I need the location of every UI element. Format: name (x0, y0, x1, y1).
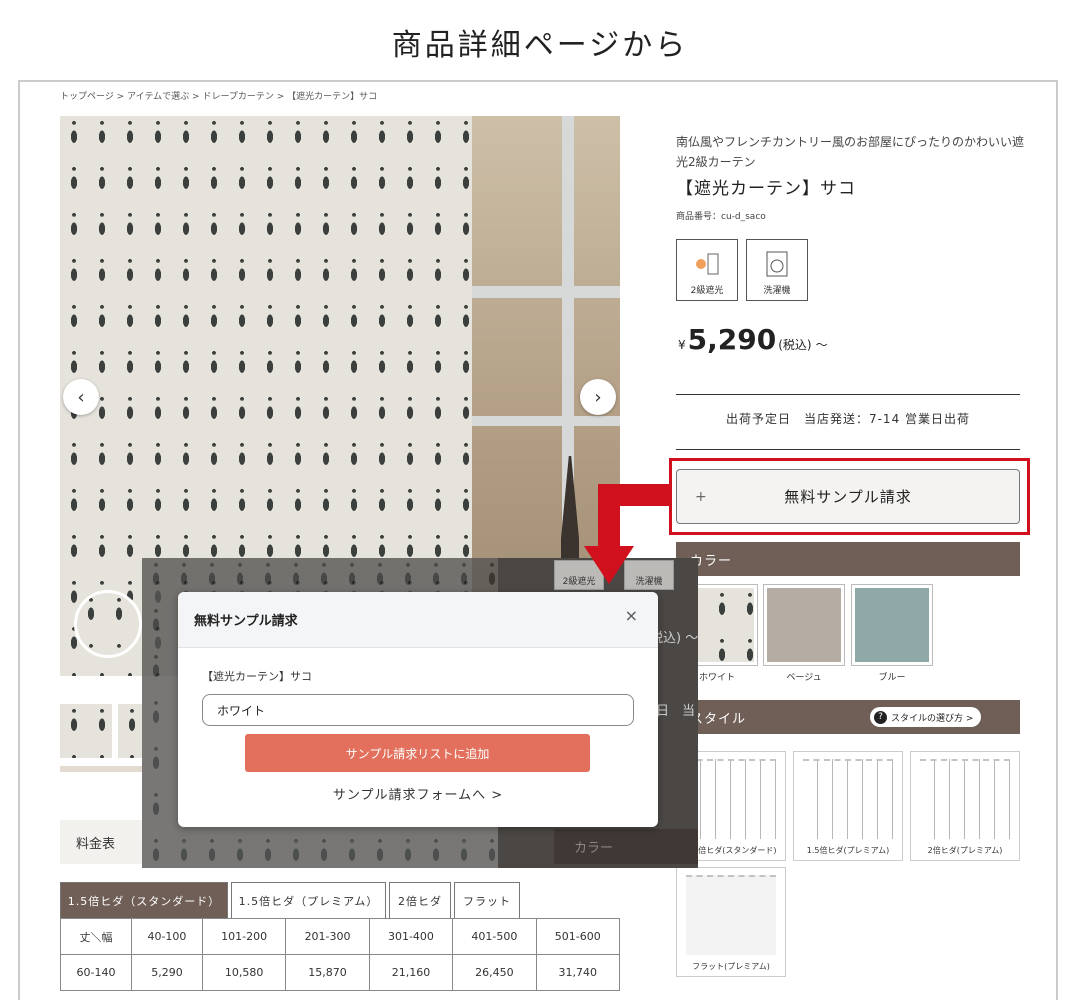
color-select[interactable]: ホワイト (202, 694, 634, 726)
feature-badge: 洗濯機 (746, 239, 808, 301)
table-cell: 5,290 (130, 954, 203, 991)
chevron-left-icon: ‹ (77, 386, 85, 408)
table-header: 501-600 (535, 918, 621, 955)
table-header: 101-200 (201, 918, 287, 955)
color-label: ベージュ (786, 673, 822, 683)
tab-2x[interactable]: 2倍ヒダ (389, 882, 451, 918)
modal-title: 無料サンプル請求 (178, 592, 658, 648)
style-option[interactable]: 1.5倍ヒダ(プレミアム) (793, 751, 903, 861)
highlight-box (669, 458, 1030, 535)
product-description: 南仏風やフレンチカントリー風のお部屋にぴったりのかわいい遮光2級カーテン (676, 135, 1025, 169)
thumbnail-scrollbar[interactable] (60, 766, 142, 772)
feature-badge: 2級遮光 (676, 239, 738, 301)
overlay-feature-badge: 洗濯機 (624, 560, 674, 590)
table-header: 40-100 (130, 918, 203, 955)
gallery-thumbnail[interactable] (60, 704, 112, 758)
price-table: 丈＼幅 40-100 101-200 201-300 301-400 401-5… (60, 918, 621, 991)
table-header: 301-400 (368, 918, 454, 955)
washing-machine-icon (766, 251, 788, 277)
style-guide-link[interactable]: ? スタイルの選び方 > (870, 707, 982, 727)
sample-form-link[interactable]: サンプル請求フォームへ > (178, 784, 658, 803)
question-icon: ? (874, 710, 887, 724)
pattern-zoom-thumbnail[interactable] (74, 590, 142, 658)
color-swatch-blue[interactable] (851, 584, 933, 666)
divider (676, 394, 1020, 395)
currency-symbol: ¥ (678, 338, 686, 352)
gallery-thumbnail[interactable] (118, 704, 142, 758)
style-label: 1.5倍ヒダ(プレミアム) (806, 846, 890, 855)
table-header: 401-500 (452, 918, 537, 955)
blackout-icon (696, 253, 719, 275)
breadcrumb[interactable]: トップページ > アイテムで選ぶ > ドレープカーテン > 【遮光カーテン】サコ (60, 89, 377, 102)
style-option[interactable]: 2倍ヒダ(プレミアム) (910, 751, 1020, 861)
add-to-sample-list-button[interactable]: サンプル請求リストに追加 (245, 734, 590, 772)
table-header: 丈＼幅 (60, 918, 132, 955)
tab-flat[interactable]: フラット (454, 882, 520, 918)
table-cell: 31,740 (535, 954, 621, 991)
product-price: ¥ 5,290 (税込) ～ (676, 323, 830, 356)
color-label: ブルー (878, 673, 906, 683)
feature-label: 2級遮光 (690, 286, 724, 296)
overlay-ship-fragment: 日 当 (656, 704, 696, 719)
prev-image-button[interactable]: ‹ (63, 379, 99, 415)
sample-request-modal: 無料サンプル請求 × 【遮光カーテン】サコ ホワイト サンプル請求リストに追加 … (178, 592, 658, 827)
style-label: 1.5倍ヒダ(スタンダード) (685, 846, 777, 855)
table-cell: 21,160 (368, 954, 454, 991)
overlay-color-header: カラー (554, 829, 698, 864)
table-cell: 10,580 (201, 954, 287, 991)
style-label: フラット(プレミアム) (692, 962, 770, 971)
shipping-info: 出荷予定日 当店発送：7-14 営業日出荷 (725, 412, 971, 426)
rate-table-title: 料金表 (60, 820, 142, 864)
modal-product-name: 【遮光カーテン】サコ (202, 670, 312, 683)
page-title: 商品詳細ページから (391, 28, 689, 63)
table-row: 60-140 5,290 10,580 15,870 21,160 26,450… (60, 954, 621, 991)
close-icon[interactable]: × (625, 606, 638, 625)
style-guide-label: スタイルの選び方 > (891, 713, 974, 724)
table-cell: 26,450 (452, 954, 537, 991)
chevron-right-icon: › (594, 386, 602, 408)
tab-standard-15[interactable]: 1.5倍ヒダ（スタンダード） (60, 882, 228, 918)
color-section-header: カラー (676, 542, 1020, 576)
table-header: 201-300 (285, 918, 370, 955)
next-image-button[interactable]: › (580, 379, 616, 415)
style-label: 2倍ヒダ(プレミアム) (927, 846, 1003, 855)
product-code: 商品番号：cu-d_saco (676, 212, 766, 222)
product-name: 【遮光カーテン】サコ (676, 179, 856, 199)
callout-arrow-vertical (598, 484, 620, 556)
table-cell: 15,870 (285, 954, 370, 991)
table-header-row: 丈＼幅 40-100 101-200 201-300 301-400 401-5… (60, 918, 621, 955)
tab-premium-15[interactable]: 1.5倍ヒダ（プレミアム） (231, 882, 386, 918)
style-option[interactable]: フラット(プレミアム) (676, 867, 786, 977)
price-suffix: ～ (815, 338, 828, 352)
tax-note: (税込) (778, 338, 812, 352)
table-cell: 60-140 (60, 954, 132, 991)
color-swatch-beige[interactable] (763, 584, 845, 666)
price-value: 5,290 (687, 323, 777, 356)
divider (676, 449, 1020, 450)
feature-label: 洗濯機 (763, 286, 791, 296)
